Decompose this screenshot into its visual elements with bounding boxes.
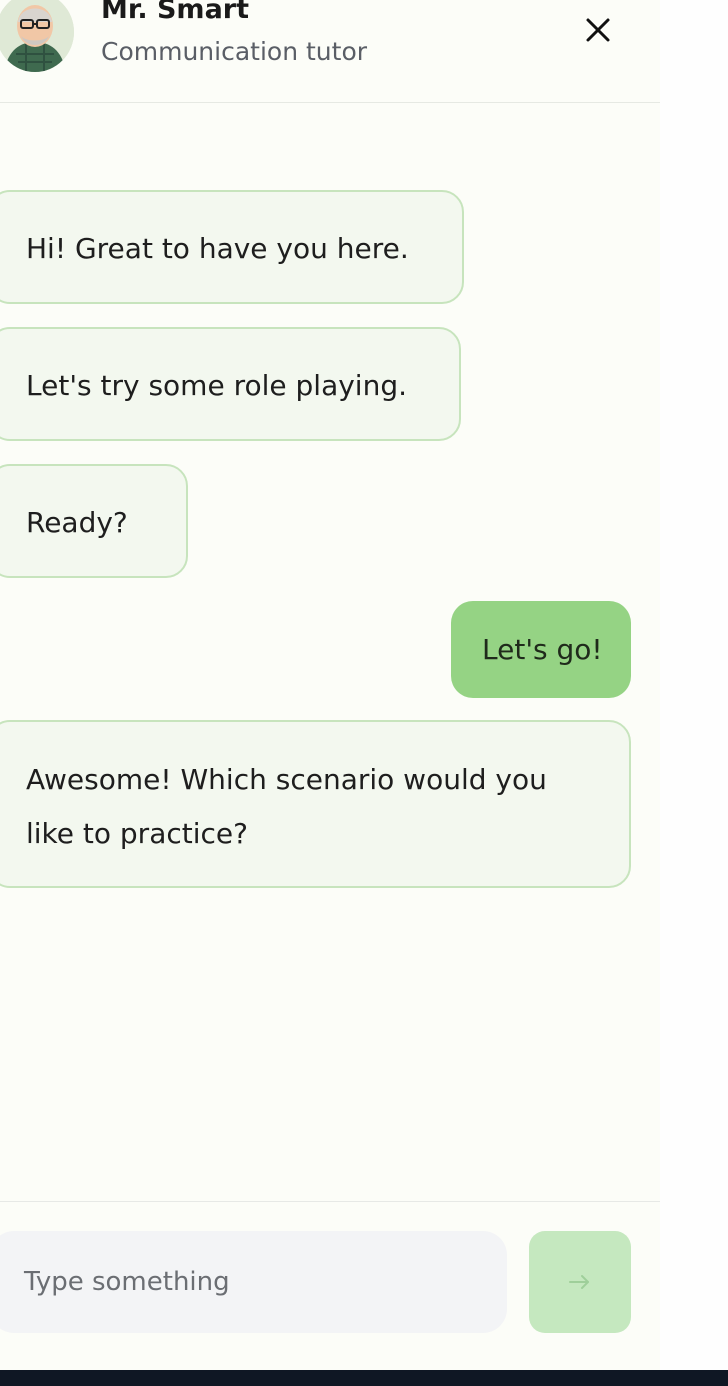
message-bubble: Awesome! Which scenario would you like t… bbox=[0, 720, 631, 888]
close-button[interactable] bbox=[582, 14, 614, 46]
message-text: Let's go! bbox=[482, 633, 603, 666]
message-bubble: Let's try some role playing. bbox=[0, 327, 461, 441]
message-input[interactable]: Type something bbox=[0, 1231, 507, 1333]
right-strip bbox=[660, 0, 728, 1370]
message-text-line-2: like to practice? bbox=[26, 817, 248, 850]
message-text: Ready? bbox=[26, 506, 128, 539]
page-title: Mr. Smart bbox=[101, 0, 250, 25]
bottom-system-bar bbox=[0, 1370, 728, 1386]
message-text-line-1: Awesome! Which scenario would you bbox=[26, 763, 547, 796]
send-button[interactable] bbox=[529, 1231, 631, 1333]
avatar-illustration bbox=[0, 0, 74, 72]
footer-divider bbox=[0, 1201, 660, 1202]
avatar bbox=[0, 0, 74, 72]
user-message-bubble: Let's go! bbox=[451, 601, 631, 698]
message-bubble: Ready? bbox=[0, 464, 188, 578]
close-icon bbox=[586, 18, 610, 42]
message-text: Let's try some role playing. bbox=[26, 369, 407, 402]
page-subtitle: Communication tutor bbox=[101, 37, 368, 66]
message-bubble: Hi! Great to have you here. bbox=[0, 190, 464, 304]
message-text: Hi! Great to have you here. bbox=[26, 232, 409, 265]
message-input-placeholder: Type something bbox=[24, 1267, 230, 1297]
arrow-right-icon bbox=[569, 1275, 589, 1289]
chat-header: Mr. Smart Communication tutor bbox=[0, 0, 660, 103]
